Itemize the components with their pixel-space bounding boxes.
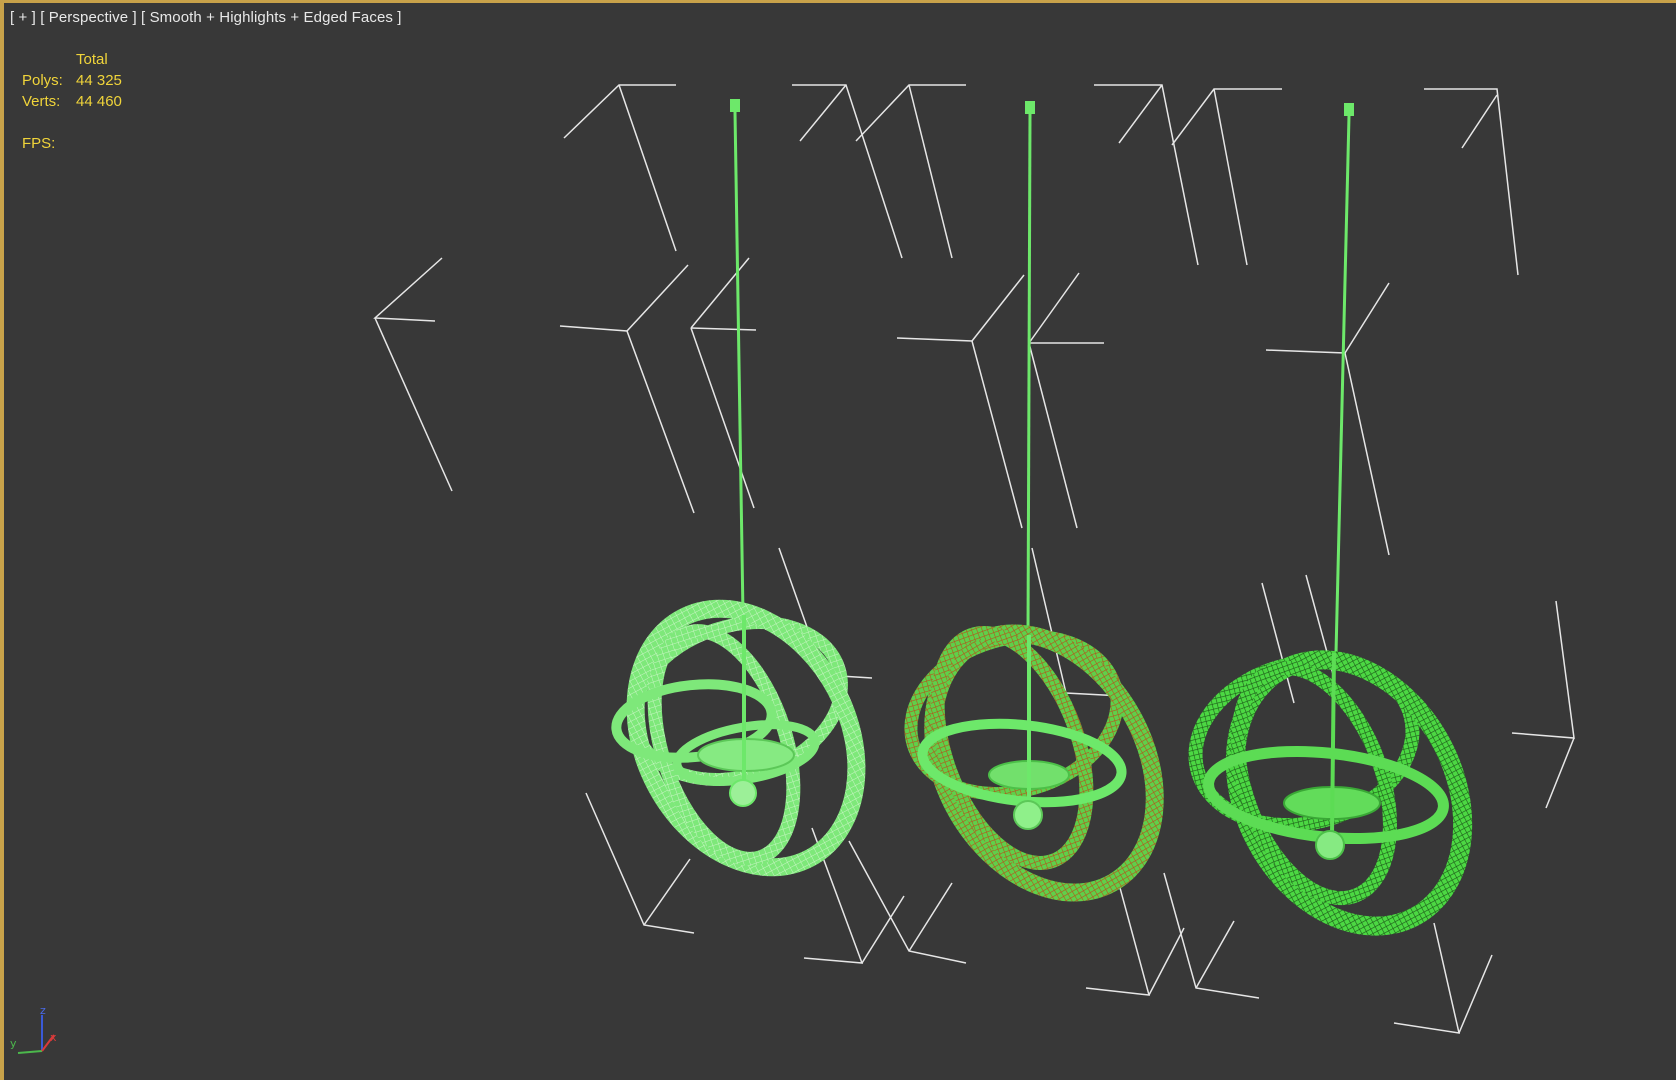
gyroscope-lamp-3[interactable] — [1178, 103, 1508, 966]
viewport-scene[interactable]: z y x — [4, 3, 1676, 1080]
viewport-label: [ + ] [ Perspective ] [ Smooth + Highlig… — [10, 9, 402, 26]
helper-lines — [373, 84, 1575, 1034]
viewport-menu-view[interactable]: [ Perspective ] — [40, 9, 137, 26]
polys-value: 44 325 — [76, 72, 122, 89]
y-axis-label: y — [10, 1037, 17, 1050]
z-axis-label: z — [40, 1004, 46, 1017]
gyroscope-lamp-2[interactable] — [888, 101, 1199, 933]
polys-label: Polys: — [22, 72, 63, 89]
x-axis-label: x — [50, 1031, 57, 1044]
viewport-menu-plus[interactable]: [ + ] — [10, 9, 36, 26]
perspective-viewport[interactable]: z y x [ + ] [ Perspective ] [ Smooth + H… — [0, 0, 1676, 1080]
fps-label: FPS: — [22, 135, 56, 152]
stats-header: Total — [76, 51, 108, 68]
gyroscope-lamp-1[interactable] — [592, 99, 900, 906]
axis-gizmo: z y x — [10, 1004, 57, 1054]
verts-value: 44 460 — [76, 93, 122, 110]
viewport-menu-shading[interactable]: [ Smooth + Highlights + Edged Faces ] — [141, 9, 402, 26]
verts-label: Verts: — [22, 93, 61, 110]
